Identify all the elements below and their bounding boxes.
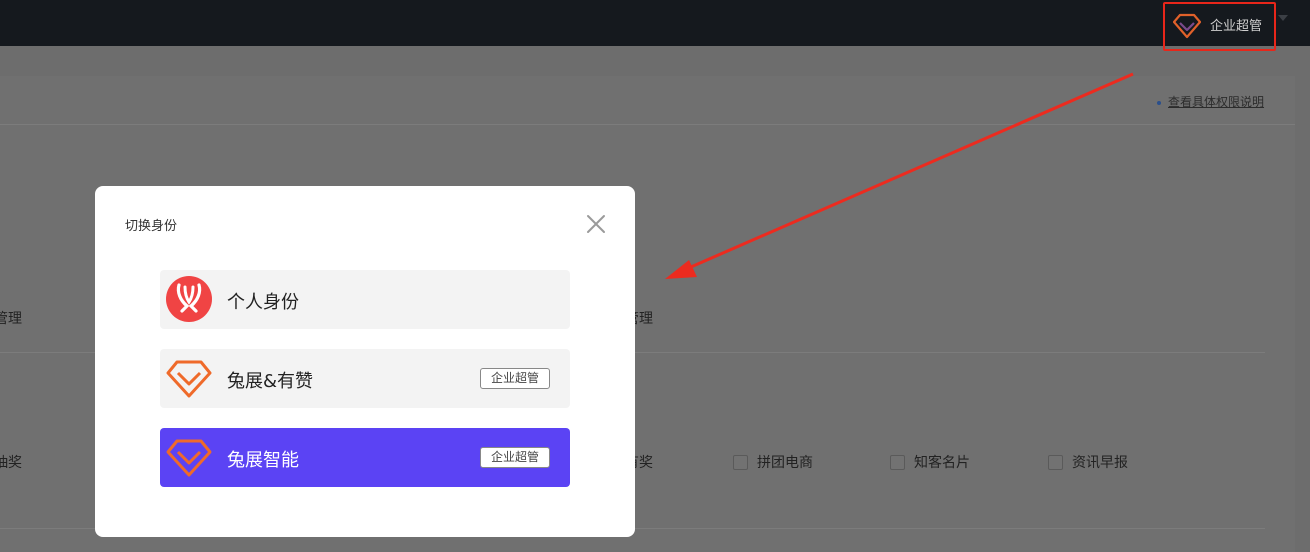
- identity-option-rabbit-youzan[interactable]: 兔展&有赞 企业超管: [160, 349, 570, 408]
- role-switch-button[interactable]: 企业超管: [1163, 2, 1276, 51]
- diamond-logo-icon: [166, 360, 212, 398]
- role-badge: 企业超管: [480, 368, 550, 389]
- diamond-logo-icon: [1173, 13, 1201, 39]
- chevron-down-icon[interactable]: [1278, 15, 1288, 21]
- checkbox[interactable]: [733, 454, 748, 470]
- permission-doc-link[interactable]: 查看具体权限说明: [1157, 93, 1264, 110]
- checkbox-business-card[interactable]: 知客名片: [890, 452, 970, 472]
- diamond-logo-icon: [166, 439, 212, 477]
- identity-name: 个人身份: [227, 292, 299, 313]
- identity-option-rabbit-smart[interactable]: 兔展智能 企业超管: [160, 428, 570, 487]
- row-label-left: 管理: [0, 311, 22, 327]
- rabbit-avatar-icon: [166, 276, 212, 322]
- checkbox[interactable]: [890, 454, 905, 470]
- bullet-dot-icon: [1157, 100, 1161, 105]
- checkbox-news-brief[interactable]: 资讯早报: [1048, 452, 1128, 472]
- close-icon[interactable]: [585, 213, 607, 235]
- modal-title: 切换身份: [125, 219, 178, 234]
- checkbox[interactable]: [1048, 454, 1063, 470]
- feature-label-left: 抽奖: [0, 455, 22, 471]
- identity-option-personal[interactable]: 个人身份: [160, 270, 570, 329]
- checkbox-group-buying[interactable]: 拼团电商: [733, 452, 813, 472]
- switch-identity-modal: 切换身份 个人身份 兔展&有赞 企业超管 兔展智能 企业超管: [95, 186, 635, 537]
- role-badge: 企业超管: [480, 447, 550, 468]
- identity-name: 兔展智能: [227, 450, 299, 471]
- panel-header-divider: [0, 124, 1295, 125]
- role-label: 企业超管: [1210, 19, 1263, 34]
- top-navbar: [0, 0, 1310, 46]
- identity-name: 兔展&有赞: [227, 371, 314, 392]
